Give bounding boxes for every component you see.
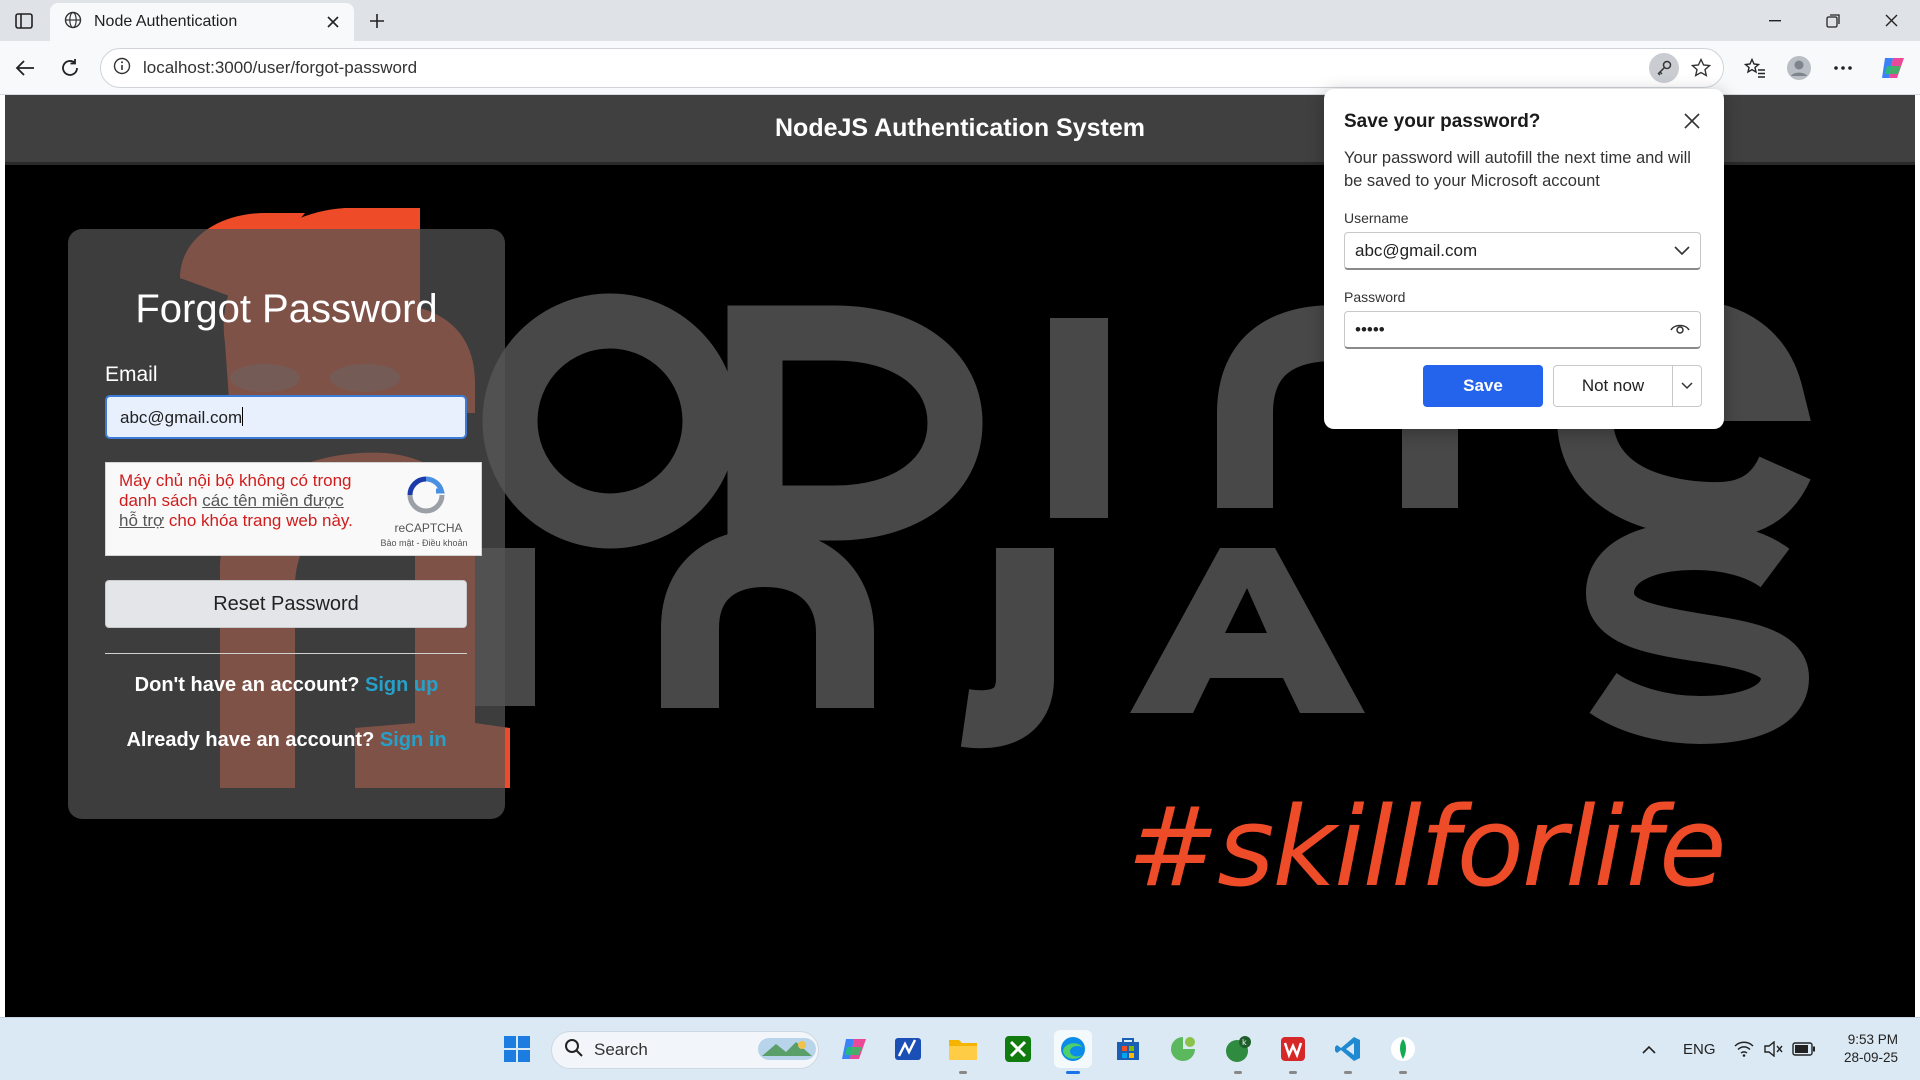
tab-close-icon[interactable] bbox=[322, 11, 344, 33]
new-tab-icon[interactable] bbox=[364, 8, 390, 34]
site-title: NodeJS Authentication System bbox=[775, 114, 1145, 142]
search-label: Search bbox=[594, 1040, 648, 1059]
wps-office-icon[interactable] bbox=[1274, 1030, 1312, 1074]
forgot-password-card: Forgot Password Email abc@gmail.com Máy … bbox=[68, 229, 505, 819]
restore-icon[interactable] bbox=[1804, 0, 1862, 41]
address-bar[interactable]: localhost:3000/user/forgot-password bbox=[100, 48, 1724, 88]
clock-date: 28-09-25 bbox=[1843, 1050, 1898, 1065]
tab-title: Node Authentication bbox=[94, 13, 238, 30]
language-indicator[interactable]: ENG bbox=[1683, 1041, 1716, 1058]
recaptcha-error-message: Máy chủ nội bộ không có trong danh sách … bbox=[119, 471, 354, 531]
window-controls bbox=[1746, 0, 1920, 41]
recaptcha-error-text-2: cho khóa trang web này. bbox=[164, 511, 353, 530]
battery-icon[interactable] bbox=[1785, 1030, 1823, 1068]
recaptcha-logo-icon bbox=[406, 475, 446, 515]
running-indicator bbox=[1289, 1071, 1297, 1074]
browser-tab[interactable]: Node Authentication bbox=[50, 3, 354, 41]
chevron-down-icon[interactable] bbox=[1674, 241, 1690, 261]
recaptcha-terms-link[interactable]: Bảo mật - Điều khoản bbox=[364, 538, 484, 548]
microsoft-store-icon[interactable] bbox=[1109, 1030, 1147, 1068]
tab-actions-icon[interactable] bbox=[10, 9, 38, 33]
signin-link[interactable]: Sign in bbox=[380, 729, 447, 751]
vscode-icon[interactable] bbox=[1329, 1030, 1367, 1074]
copilot-app-icon[interactable] bbox=[835, 1030, 873, 1068]
recaptcha-brand: reCAPTCHA bbox=[394, 521, 463, 535]
globe-icon bbox=[64, 11, 82, 34]
show-password-eye-icon[interactable] bbox=[1670, 320, 1690, 340]
password-value: ••••• bbox=[1355, 319, 1385, 339]
password-label: Password bbox=[1344, 289, 1406, 305]
popup-close-icon[interactable] bbox=[1679, 108, 1705, 134]
site-info-icon[interactable] bbox=[113, 57, 131, 80]
browser-toolbar: localhost:3000/user/forgot-password bbox=[0, 41, 1920, 95]
form-title: Forgot Password bbox=[135, 287, 438, 331]
signin-prompt: Already have an account? bbox=[126, 729, 375, 751]
copilot-icon[interactable] bbox=[1876, 51, 1910, 85]
save-password-popup: Save your password? Your password will a… bbox=[1324, 89, 1724, 429]
form-divider bbox=[105, 653, 467, 654]
running-indicator bbox=[1399, 1071, 1407, 1074]
xbox-icon[interactable] bbox=[999, 1030, 1037, 1068]
url-text[interactable]: localhost:3000/user/forgot-password bbox=[143, 58, 1649, 78]
minimize-icon[interactable] bbox=[1746, 0, 1804, 41]
key-icon[interactable] bbox=[1649, 53, 1679, 83]
favorites-icon[interactable] bbox=[1738, 51, 1772, 85]
email-input[interactable]: abc@gmail.com bbox=[105, 395, 467, 439]
save-password-button[interactable]: Save bbox=[1423, 365, 1543, 407]
more-options-icon[interactable] bbox=[1826, 51, 1860, 85]
reset-password-button[interactable]: Reset Password bbox=[105, 580, 467, 628]
email-value: abc@gmail.com bbox=[120, 408, 243, 427]
recaptcha-widget[interactable]: Máy chủ nội bộ không có trong danh sách … bbox=[105, 462, 482, 556]
trading-app-icon[interactable] bbox=[889, 1030, 927, 1068]
running-indicator bbox=[1234, 1071, 1242, 1074]
svg-text:k: k bbox=[1242, 1038, 1247, 1047]
popup-description: Your password will autofill the next tim… bbox=[1344, 149, 1691, 190]
show-hidden-icons-chevron-icon[interactable] bbox=[1630, 1030, 1668, 1068]
profile-avatar-icon[interactable] bbox=[1782, 51, 1816, 85]
back-arrow-icon[interactable] bbox=[10, 53, 40, 83]
taskbar-search-box[interactable]: Search bbox=[551, 1031, 819, 1069]
popup-title: Save your password? bbox=[1344, 111, 1541, 132]
edge-browser-icon[interactable] bbox=[1054, 1030, 1092, 1074]
username-field[interactable]: abc@gmail.com bbox=[1344, 232, 1701, 270]
signin-line: Already have an account? Sign in bbox=[68, 729, 505, 752]
mongodb-compass-icon[interactable] bbox=[1384, 1030, 1422, 1074]
windows-taskbar: Search k ENG 9:53 PM 28-09-25 bbox=[0, 1017, 1920, 1080]
email-label: Email bbox=[105, 363, 158, 386]
file-explorer-icon[interactable] bbox=[944, 1030, 982, 1074]
text-caret bbox=[242, 407, 244, 426]
signup-prompt: Don't have an account? bbox=[134, 674, 360, 696]
browser-tab-bar: Node Authentication bbox=[0, 0, 1920, 41]
windows-start-icon[interactable] bbox=[498, 1030, 536, 1068]
username-label: Username bbox=[1344, 210, 1409, 226]
close-window-icon[interactable] bbox=[1862, 0, 1920, 41]
signup-link[interactable]: Sign up bbox=[365, 674, 438, 696]
running-indicator bbox=[1344, 1071, 1352, 1074]
signup-line: Don't have an account? Sign up bbox=[68, 674, 505, 697]
username-value: abc@gmail.com bbox=[1355, 240, 1478, 260]
clock-time: 9:53 PM bbox=[1847, 1032, 1898, 1047]
tagline-text: #skillforlife bbox=[1127, 783, 1727, 911]
not-now-button[interactable]: Not now bbox=[1553, 365, 1673, 407]
password-field[interactable]: ••••• bbox=[1344, 311, 1701, 349]
system-clock[interactable]: 9:53 PM 28-09-25 bbox=[1844, 1031, 1898, 1067]
refresh-icon[interactable] bbox=[55, 53, 85, 83]
search-highlight-icon bbox=[756, 1034, 818, 1067]
k-app-icon[interactable]: k bbox=[1219, 1030, 1257, 1074]
more-choices-chevron-icon[interactable] bbox=[1672, 365, 1702, 407]
running-indicator bbox=[959, 1071, 967, 1074]
green-app-icon[interactable] bbox=[1164, 1030, 1202, 1068]
favorite-star-icon[interactable] bbox=[1685, 52, 1717, 84]
active-indicator bbox=[1066, 1071, 1080, 1074]
search-icon bbox=[564, 1038, 584, 1063]
